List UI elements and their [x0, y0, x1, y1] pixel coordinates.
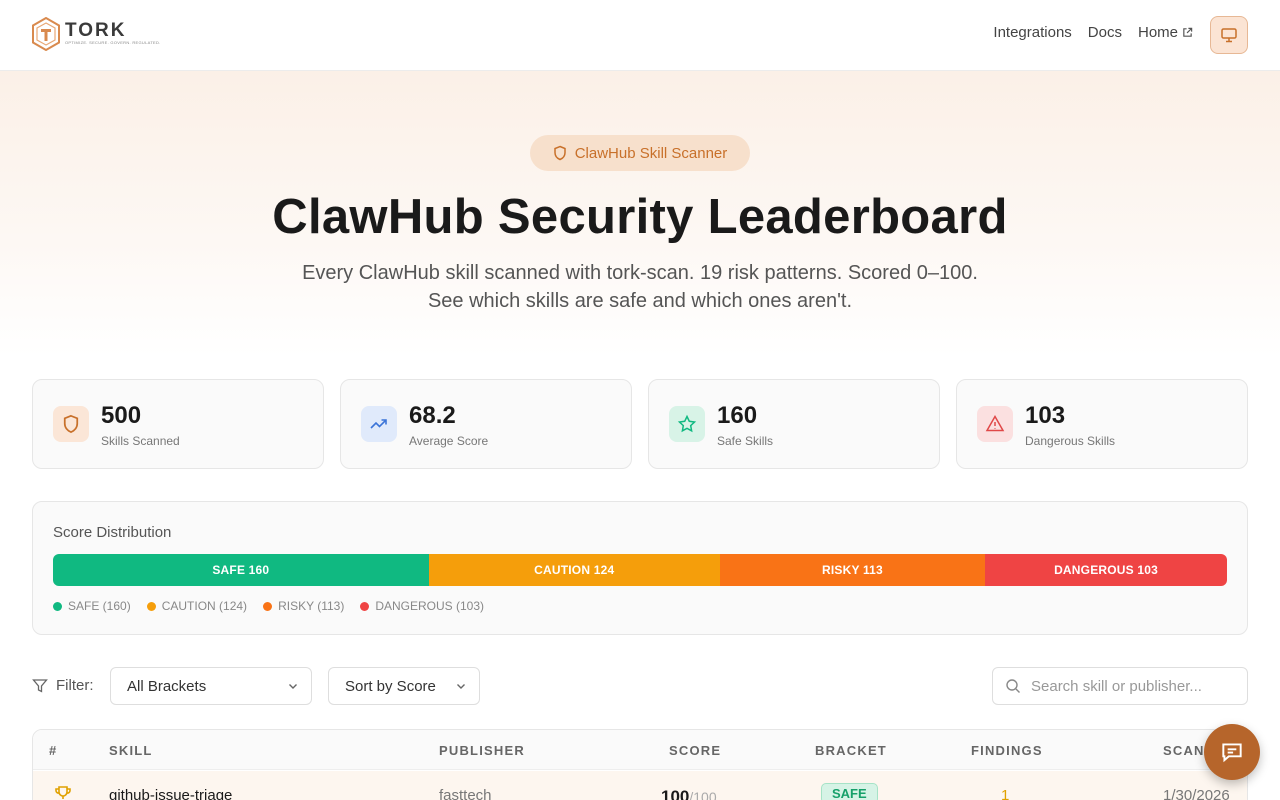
score-value: 100 — [661, 787, 690, 800]
chevron-down-icon — [289, 684, 297, 689]
distribution-title: Score Distribution — [53, 524, 172, 541]
legend-label: DANGEROUS (103) — [375, 599, 485, 613]
bracket-badge: SAFE — [821, 783, 878, 800]
display-mode-button[interactable] — [1210, 16, 1248, 54]
col-rank[interactable]: # — [49, 743, 57, 758]
nav-docs[interactable]: Docs — [1088, 24, 1122, 41]
table-row[interactable]: github-issue-triage fasttech 100/100 SAF… — [33, 771, 1247, 800]
legend-dot — [263, 601, 273, 611]
stat-card-safe-skills: 160 Safe Skills — [648, 379, 940, 469]
legend-label: SAFE (160) — [68, 599, 131, 613]
bracket-select[interactable]: All Brackets — [110, 667, 312, 705]
col-publisher[interactable]: PUBLISHER — [439, 743, 525, 758]
leaderboard-table: # SKILL PUBLISHER SCORE BRACKET FINDINGS… — [32, 729, 1248, 800]
stat-icon-box — [53, 406, 89, 442]
search-icon — [1006, 679, 1020, 693]
score-distribution-panel: Score Distribution SAFE 160 CAUTION 124 RI… — [32, 501, 1248, 635]
col-score[interactable]: SCORE — [669, 743, 721, 758]
top-navbar: TORK OPTIMIZE. SECURE. GOVERN. REGULATED… — [0, 0, 1280, 71]
main-nav: Integrations Docs Home — [993, 24, 1193, 41]
brand-name: TORK — [65, 20, 127, 41]
legend-item: DANGEROUS (103) — [360, 599, 484, 613]
stat-card-average-score: 68.2 Average Score — [340, 379, 632, 469]
legend-label: RISKY (113) — [278, 599, 345, 613]
stat-label: Safe Skills — [717, 434, 774, 448]
shield-icon — [553, 145, 566, 161]
legend-item: SAFE (160) — [53, 599, 131, 613]
scanner-badge-label: ClawHub Skill Scanner — [574, 144, 728, 162]
stat-label: Skills Scanned — [101, 434, 180, 448]
hero-section: ClawHub Skill Scanner ClawHub Security L… — [0, 71, 1280, 356]
stat-card-dangerous-skills: 103 Dangerous Skills — [956, 379, 1248, 469]
distribution-segment[interactable]: SAFE 160 — [53, 554, 429, 586]
sort-select[interactable]: Sort by Score — [328, 667, 480, 705]
distribution-legend: SAFE (160) CAUTION (124) RISKY (113) DANGER… — [53, 599, 484, 613]
tork-logo-icon — [32, 17, 60, 51]
findings-count: 1 — [1001, 787, 1010, 800]
distribution-segment[interactable]: CAUTION 124 — [428, 554, 720, 586]
legend-dot — [53, 601, 62, 611]
legend-dot — [360, 601, 370, 611]
stat-value: 68.2 — [409, 402, 456, 429]
chevron-down-icon — [457, 684, 465, 689]
filter-icon — [32, 678, 48, 693]
search-box — [992, 667, 1248, 705]
page-title: ClawHub Security Leaderboard — [272, 190, 1008, 244]
filter-label-text: Filter: — [56, 677, 94, 694]
scanner-badge: ClawHub Skill Scanner — [530, 135, 750, 171]
stat-icon-box — [977, 406, 1013, 442]
nav-home[interactable]: Home — [1138, 24, 1193, 41]
scanned-date: 1/30/2026 — [1163, 787, 1230, 800]
stat-label: Dangerous Skills — [1025, 434, 1116, 448]
sort-select-value: Sort by Score — [345, 677, 436, 695]
search-input[interactable] — [1031, 677, 1231, 695]
publisher-name: fasttech — [439, 787, 492, 800]
stat-value: 500 — [101, 402, 142, 429]
legend-item: RISKY (113) — [263, 599, 344, 613]
distribution-bar: SAFE 160 CAUTION 124 RISKY 113 DANGEROUS 10… — [53, 554, 1227, 586]
brand-tagline: OPTIMIZE. SECURE. GOVERN. REGULATED. — [65, 40, 161, 45]
chat-button[interactable] — [1204, 724, 1260, 780]
col-findings[interactable]: FINDINGS — [971, 743, 1043, 758]
monitor-icon — [1221, 28, 1237, 43]
stat-card-skills-scanned: 500 Skills Scanned — [32, 379, 324, 469]
score-cell: 100/100 — [661, 787, 717, 800]
stat-icon-box — [669, 406, 705, 442]
external-link-icon — [1183, 27, 1193, 37]
trophy-icon — [55, 786, 71, 799]
skill-name[interactable]: github-issue-triage — [109, 787, 232, 800]
bracket-select-value: All Brackets — [127, 677, 207, 695]
legend-dot — [146, 601, 156, 611]
trending-up-icon — [370, 419, 387, 429]
table-header: # SKILL PUBLISHER SCORE BRACKET FINDINGS… — [33, 730, 1247, 770]
nav-home-label: Home — [1137, 24, 1178, 41]
distribution-segment[interactable]: RISKY 113 — [719, 554, 986, 586]
warning-icon — [985, 414, 1005, 432]
col-skill[interactable]: SKILL — [109, 743, 153, 758]
stat-value: 103 — [1025, 402, 1066, 429]
chat-icon — [1222, 743, 1242, 763]
tork-logo[interactable]: TORK OPTIMIZE. SECURE. GOVERN. REGULATED… — [31, 17, 161, 51]
stat-label: Average Score — [409, 434, 489, 448]
stat-value: 160 — [717, 402, 758, 429]
distribution-segment[interactable]: DANGEROUS 103 — [985, 554, 1227, 586]
nav-integrations[interactable]: Integrations — [993, 24, 1071, 41]
filter-label: Filter: — [32, 677, 94, 694]
star-icon — [677, 414, 697, 433]
page-subtitle: Every ClawHub skill scanned with tork-sc… — [302, 262, 978, 312]
stat-icon-box — [361, 406, 397, 442]
col-bracket[interactable]: BRACKET — [815, 743, 887, 758]
legend-item: CAUTION (124) — [146, 599, 248, 613]
legend-label: CAUTION (124) — [161, 599, 248, 613]
score-max: /100 — [689, 789, 717, 800]
shield-icon — [63, 414, 79, 434]
